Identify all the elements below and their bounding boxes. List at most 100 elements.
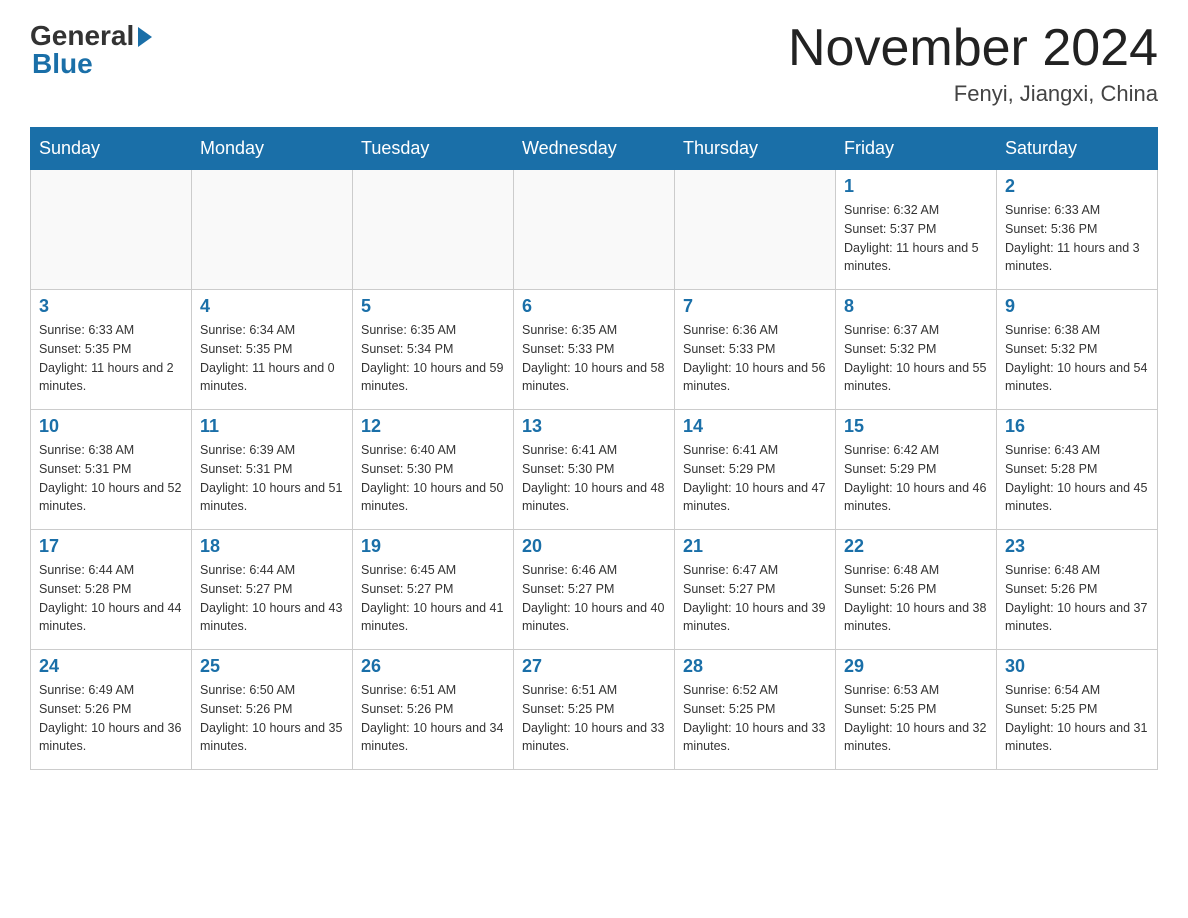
logo-blue-text: Blue xyxy=(32,48,93,80)
logo-arrow-icon xyxy=(138,27,152,47)
calendar-cell: 12 Sunrise: 6:40 AMSunset: 5:30 PMDayligh… xyxy=(353,410,514,530)
day-info: Sunrise: 6:36 AMSunset: 5:33 PMDaylight:… xyxy=(683,321,827,396)
day-info: Sunrise: 6:54 AMSunset: 5:25 PMDaylight:… xyxy=(1005,681,1149,756)
day-info: Sunrise: 6:51 AMSunset: 5:25 PMDaylight:… xyxy=(522,681,666,756)
calendar-cell: 6 Sunrise: 6:35 AMSunset: 5:33 PMDaylight… xyxy=(514,290,675,410)
day-number: 24 xyxy=(39,656,183,677)
day-info: Sunrise: 6:45 AMSunset: 5:27 PMDaylight:… xyxy=(361,561,505,636)
day-info: Sunrise: 6:41 AMSunset: 5:30 PMDaylight:… xyxy=(522,441,666,516)
day-info: Sunrise: 6:43 AMSunset: 5:28 PMDaylight:… xyxy=(1005,441,1149,516)
day-number: 12 xyxy=(361,416,505,437)
day-info: Sunrise: 6:44 AMSunset: 5:28 PMDaylight:… xyxy=(39,561,183,636)
calendar-cell xyxy=(353,170,514,290)
calendar-cell: 27 Sunrise: 6:51 AMSunset: 5:25 PMDayligh… xyxy=(514,650,675,770)
calendar-cell: 16 Sunrise: 6:43 AMSunset: 5:28 PMDayligh… xyxy=(997,410,1158,530)
calendar-cell xyxy=(514,170,675,290)
calendar-cell: 3 Sunrise: 6:33 AMSunset: 5:35 PMDaylight… xyxy=(31,290,192,410)
header: General Blue November 2024 Fenyi, Jiangx… xyxy=(30,20,1158,107)
day-number: 27 xyxy=(522,656,666,677)
day-info: Sunrise: 6:48 AMSunset: 5:26 PMDaylight:… xyxy=(1005,561,1149,636)
calendar-cell xyxy=(192,170,353,290)
day-number: 29 xyxy=(844,656,988,677)
day-number: 16 xyxy=(1005,416,1149,437)
day-info: Sunrise: 6:44 AMSunset: 5:27 PMDaylight:… xyxy=(200,561,344,636)
week-row-2: 3 Sunrise: 6:33 AMSunset: 5:35 PMDaylight… xyxy=(31,290,1158,410)
week-row-5: 24 Sunrise: 6:49 AMSunset: 5:26 PMDayligh… xyxy=(31,650,1158,770)
weekday-header-monday: Monday xyxy=(192,128,353,170)
day-number: 11 xyxy=(200,416,344,437)
day-info: Sunrise: 6:37 AMSunset: 5:32 PMDaylight:… xyxy=(844,321,988,396)
weekday-header-thursday: Thursday xyxy=(675,128,836,170)
calendar-cell xyxy=(31,170,192,290)
day-number: 14 xyxy=(683,416,827,437)
weekday-header-tuesday: Tuesday xyxy=(353,128,514,170)
calendar-cell: 19 Sunrise: 6:45 AMSunset: 5:27 PMDayligh… xyxy=(353,530,514,650)
day-info: Sunrise: 6:38 AMSunset: 5:31 PMDaylight:… xyxy=(39,441,183,516)
calendar: SundayMondayTuesdayWednesdayThursdayFrid… xyxy=(30,127,1158,770)
day-number: 18 xyxy=(200,536,344,557)
day-info: Sunrise: 6:53 AMSunset: 5:25 PMDaylight:… xyxy=(844,681,988,756)
location: Fenyi, Jiangxi, China xyxy=(788,81,1158,107)
day-number: 15 xyxy=(844,416,988,437)
day-number: 6 xyxy=(522,296,666,317)
day-info: Sunrise: 6:52 AMSunset: 5:25 PMDaylight:… xyxy=(683,681,827,756)
calendar-cell: 1Sunrise: 6:32 AMSunset: 5:37 PMDaylight… xyxy=(836,170,997,290)
calendar-cell: 10 Sunrise: 6:38 AMSunset: 5:31 PMDayligh… xyxy=(31,410,192,530)
calendar-cell: 26Sunrise: 6:51 AMSunset: 5:26 PMDayligh… xyxy=(353,650,514,770)
calendar-cell xyxy=(675,170,836,290)
day-info: Sunrise: 6:38 AMSunset: 5:32 PMDaylight:… xyxy=(1005,321,1149,396)
calendar-cell: 4Sunrise: 6:34 AMSunset: 5:35 PMDaylight… xyxy=(192,290,353,410)
calendar-cell: 22 Sunrise: 6:48 AMSunset: 5:26 PMDayligh… xyxy=(836,530,997,650)
day-info: Sunrise: 6:46 AMSunset: 5:27 PMDaylight:… xyxy=(522,561,666,636)
week-row-3: 10 Sunrise: 6:38 AMSunset: 5:31 PMDayligh… xyxy=(31,410,1158,530)
calendar-cell: 28 Sunrise: 6:52 AMSunset: 5:25 PMDayligh… xyxy=(675,650,836,770)
day-info: Sunrise: 6:40 AMSunset: 5:30 PMDaylight:… xyxy=(361,441,505,516)
day-info: Sunrise: 6:33 AMSunset: 5:36 PMDaylight:… xyxy=(1005,201,1149,276)
calendar-cell: 7 Sunrise: 6:36 AMSunset: 5:33 PMDaylight… xyxy=(675,290,836,410)
calendar-cell: 2 Sunrise: 6:33 AMSunset: 5:36 PMDaylight… xyxy=(997,170,1158,290)
day-number: 4 xyxy=(200,296,344,317)
day-number: 23 xyxy=(1005,536,1149,557)
day-info: Sunrise: 6:35 AMSunset: 5:33 PMDaylight:… xyxy=(522,321,666,396)
calendar-cell: 30 Sunrise: 6:54 AMSunset: 5:25 PMDayligh… xyxy=(997,650,1158,770)
calendar-cell: 5 Sunrise: 6:35 AMSunset: 5:34 PMDaylight… xyxy=(353,290,514,410)
day-number: 30 xyxy=(1005,656,1149,677)
day-number: 10 xyxy=(39,416,183,437)
day-number: 26 xyxy=(361,656,505,677)
day-number: 13 xyxy=(522,416,666,437)
calendar-cell: 21Sunrise: 6:47 AMSunset: 5:27 PMDayligh… xyxy=(675,530,836,650)
day-number: 22 xyxy=(844,536,988,557)
day-info: Sunrise: 6:49 AMSunset: 5:26 PMDaylight:… xyxy=(39,681,183,756)
day-info: Sunrise: 6:50 AMSunset: 5:26 PMDaylight:… xyxy=(200,681,344,756)
month-title: November 2024 xyxy=(788,20,1158,77)
day-info: Sunrise: 6:33 AMSunset: 5:35 PMDaylight:… xyxy=(39,321,183,396)
calendar-cell: 24 Sunrise: 6:49 AMSunset: 5:26 PMDayligh… xyxy=(31,650,192,770)
day-number: 21 xyxy=(683,536,827,557)
week-row-4: 17 Sunrise: 6:44 AMSunset: 5:28 PMDayligh… xyxy=(31,530,1158,650)
day-number: 3 xyxy=(39,296,183,317)
calendar-cell: 18 Sunrise: 6:44 AMSunset: 5:27 PMDayligh… xyxy=(192,530,353,650)
calendar-cell: 29 Sunrise: 6:53 AMSunset: 5:25 PMDayligh… xyxy=(836,650,997,770)
day-number: 5 xyxy=(361,296,505,317)
day-info: Sunrise: 6:48 AMSunset: 5:26 PMDaylight:… xyxy=(844,561,988,636)
calendar-cell: 13 Sunrise: 6:41 AMSunset: 5:30 PMDayligh… xyxy=(514,410,675,530)
day-info: Sunrise: 6:41 AMSunset: 5:29 PMDaylight:… xyxy=(683,441,827,516)
logo: General Blue xyxy=(30,20,152,80)
day-info: Sunrise: 6:35 AMSunset: 5:34 PMDaylight:… xyxy=(361,321,505,396)
day-number: 8 xyxy=(844,296,988,317)
title-area: November 2024 Fenyi, Jiangxi, China xyxy=(788,20,1158,107)
calendar-cell: 25Sunrise: 6:50 AMSunset: 5:26 PMDayligh… xyxy=(192,650,353,770)
calendar-cell: 9Sunrise: 6:38 AMSunset: 5:32 PMDaylight… xyxy=(997,290,1158,410)
weekday-header-saturday: Saturday xyxy=(997,128,1158,170)
day-number: 19 xyxy=(361,536,505,557)
day-number: 7 xyxy=(683,296,827,317)
calendar-cell: 23 Sunrise: 6:48 AMSunset: 5:26 PMDayligh… xyxy=(997,530,1158,650)
day-number: 20 xyxy=(522,536,666,557)
day-number: 17 xyxy=(39,536,183,557)
day-info: Sunrise: 6:32 AMSunset: 5:37 PMDaylight:… xyxy=(844,201,988,276)
weekday-header-sunday: Sunday xyxy=(31,128,192,170)
calendar-cell: 14 Sunrise: 6:41 AMSunset: 5:29 PMDayligh… xyxy=(675,410,836,530)
day-number: 2 xyxy=(1005,176,1149,197)
day-info: Sunrise: 6:39 AMSunset: 5:31 PMDaylight:… xyxy=(200,441,344,516)
day-number: 28 xyxy=(683,656,827,677)
